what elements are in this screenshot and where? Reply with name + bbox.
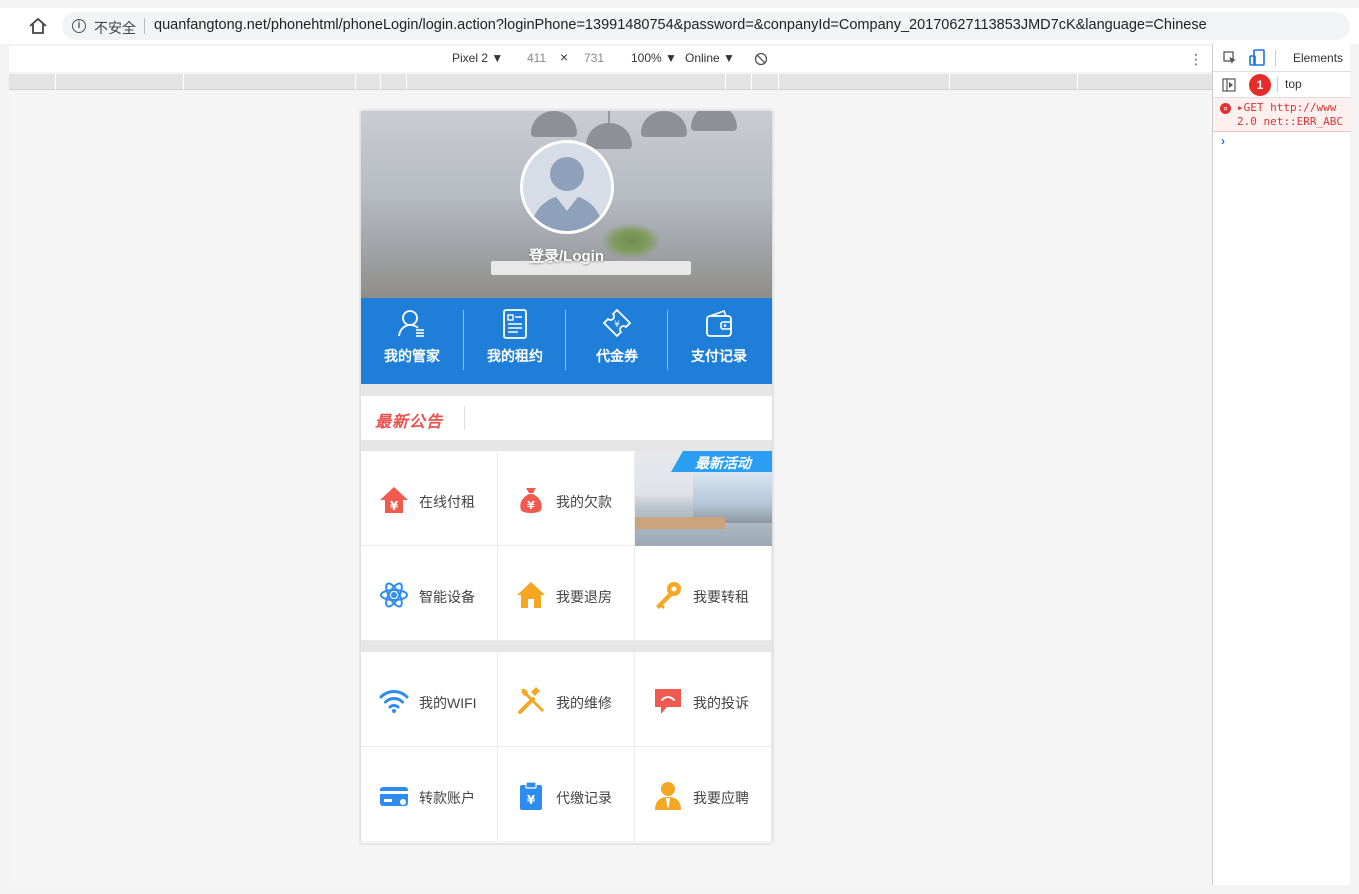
svg-text:¥: ¥ [527, 499, 535, 512]
quick-action-payments[interactable]: 支付记录 [668, 298, 770, 384]
grid-item-sublet[interactable]: 我要转租 [635, 546, 772, 641]
svg-text:¥: ¥ [390, 499, 399, 513]
card-icon [380, 787, 408, 806]
rotate-icon[interactable] [754, 52, 768, 66]
grid-item-arrears[interactable]: ¥ 我的欠款 [498, 451, 635, 546]
login-link[interactable]: 登录/Login [361, 245, 772, 266]
grid-item-payment-record[interactable]: ¥ 代缴记录 [498, 747, 635, 842]
context-selector[interactable]: top [1285, 77, 1302, 91]
document-icon [503, 309, 527, 339]
person-icon [398, 310, 424, 337]
grid-item-label: 我要应聘 [693, 790, 749, 806]
grid-item-smart-device[interactable]: 智能设备 [361, 546, 498, 641]
quick-action-lease[interactable]: 我的租约 [464, 298, 566, 384]
quick-action-voucher[interactable]: ¥ 代金券 [566, 298, 668, 384]
emulated-viewport: 登录/Login 我的管家 我的租约 ¥ 代金券 支付记录 最新公告 ¥ 在线付… [9, 90, 1212, 885]
grid-item-label: 转款账户 [419, 790, 475, 806]
device-width[interactable]: 411 [527, 51, 546, 65]
quick-action-label: 支付记录 [691, 348, 747, 364]
device-height[interactable]: 731 [584, 51, 604, 65]
hero-banner: 登录/Login [361, 111, 772, 298]
console-error-row[interactable]: × ▸GET http://www 2.0 net::ERR_ABC [1213, 98, 1351, 132]
browser-window: i 不安全 quanfangtong.net/phonehtml/phoneLo… [0, 0, 1359, 894]
grid-item-label: 我要转租 [693, 589, 749, 605]
url-text[interactable]: quanfangtong.net/phonehtml/phoneLogin/lo… [154, 17, 1207, 33]
error-message-line2: 2.0 net::ERR_ABC [1237, 115, 1343, 128]
grid-item-transfer-account[interactable]: 转款账户 [361, 747, 498, 842]
error-message-line1: ▸GET http://www [1237, 101, 1337, 114]
key-icon [656, 582, 681, 609]
money-bag-icon: ¥ [520, 488, 542, 513]
wifi-icon [379, 690, 409, 713]
console-prompt[interactable]: › [1221, 134, 1225, 148]
device-select[interactable]: Pixel 2 ▼ [452, 51, 503, 65]
quick-action-butler[interactable]: 我的管家 [361, 298, 463, 384]
omnibox-separator [144, 18, 145, 34]
tools-icon [518, 687, 544, 714]
complaint-icon [655, 689, 681, 714]
announcement-bar[interactable]: 最新公告 [361, 396, 772, 440]
quick-action-label: 我的管家 [384, 348, 440, 364]
insecure-label: 不安全 [94, 20, 136, 36]
grid-item-label: 我的WIFI [419, 695, 477, 711]
activity-ribbon-label: 最新活动 [695, 455, 751, 471]
house-icon [517, 582, 545, 608]
grid-item-complaint[interactable]: 我的投诉 [635, 652, 772, 747]
activity-ribbon: 最新活动 [671, 451, 772, 472]
service-grid-1: ¥ 在线付租 ¥ 我的欠款 最新活动 智能设备 我要退房 我要转租 [361, 451, 772, 641]
grid-item-apply-job[interactable]: 我要应聘 [635, 747, 772, 842]
console-toolbar: 1 top [1213, 72, 1351, 98]
zoom-select[interactable]: 100% ▼ [631, 51, 677, 65]
svg-text:¥: ¥ [527, 793, 536, 807]
service-grid-2: 我的WIFI 我的维修 我的投诉 转款账户 ¥ 代缴记录 我要应聘 [361, 652, 772, 843]
network-select[interactable]: Online ▼ [685, 51, 735, 65]
inspect-element-icon[interactable] [1223, 51, 1237, 65]
error-icon: × [1220, 103, 1231, 114]
voucher-icon: ¥ [602, 308, 632, 338]
grid-item-online-rent[interactable]: ¥ 在线付租 [361, 451, 498, 546]
dimension-times: × [560, 49, 569, 65]
device-toolbar: Pixel 2 ▼ 411 × 731 100% ▼ Online ▼ ⋮ [9, 46, 1212, 72]
mobile-page: 登录/Login 我的管家 我的租约 ¥ 代金券 支付记录 最新公告 ¥ 在线付… [361, 111, 772, 843]
grid-item-label: 代缴记录 [556, 790, 612, 806]
grid-item-label: 我的维修 [556, 695, 612, 711]
atom-icon [380, 582, 408, 608]
address-bar: i 不安全 quanfangtong.net/phonehtml/phoneLo… [0, 8, 1359, 44]
more-options-icon[interactable]: ⋮ [1189, 51, 1203, 68]
omnibox[interactable]: i 不安全 quanfangtong.net/phonehtml/phoneLo… [62, 12, 1350, 40]
grid-item-repair[interactable]: 我的维修 [498, 652, 635, 747]
sidebar-toggle-icon[interactable] [1222, 78, 1236, 92]
svg-text:¥: ¥ [614, 320, 620, 330]
clipboard-yen-icon: ¥ [520, 781, 542, 810]
device-toggle-icon[interactable] [1249, 49, 1265, 66]
quick-action-label: 我的租约 [487, 348, 543, 364]
grid-item-label: 在线付租 [419, 494, 475, 510]
error-count-badge[interactable]: 1 [1249, 74, 1271, 96]
quick-action-label: 代金券 [596, 348, 638, 364]
house-yen-icon: ¥ [380, 487, 408, 513]
quick-actions-bar: 我的管家 我的租约 ¥ 代金券 支付记录 [361, 298, 772, 384]
elements-tab[interactable]: Elements [1293, 51, 1343, 65]
wallet-icon [706, 309, 732, 337]
devtools-panel: Elements 1 top × ▸GET http://www 2.0 net… [1212, 44, 1351, 885]
grid-item-wifi[interactable]: 我的WIFI [361, 652, 498, 747]
announcement-tag: 最新公告 [375, 414, 444, 431]
info-icon[interactable]: i [72, 19, 86, 33]
home-icon[interactable] [28, 17, 48, 35]
grid-item-label: 智能设备 [419, 589, 475, 605]
grid-item-label: 我要退房 [556, 589, 612, 605]
grid-item-label: 我的欠款 [556, 494, 612, 510]
media-query-ruler[interactable] [9, 74, 1212, 90]
latest-activity-banner[interactable]: 最新活动 [635, 451, 772, 546]
applicant-icon [655, 782, 681, 810]
avatar[interactable] [520, 140, 614, 234]
grid-item-label: 我的投诉 [693, 695, 749, 711]
grid-item-checkout[interactable]: 我要退房 [498, 546, 635, 641]
devtools-toolbar: Elements [1213, 44, 1351, 72]
